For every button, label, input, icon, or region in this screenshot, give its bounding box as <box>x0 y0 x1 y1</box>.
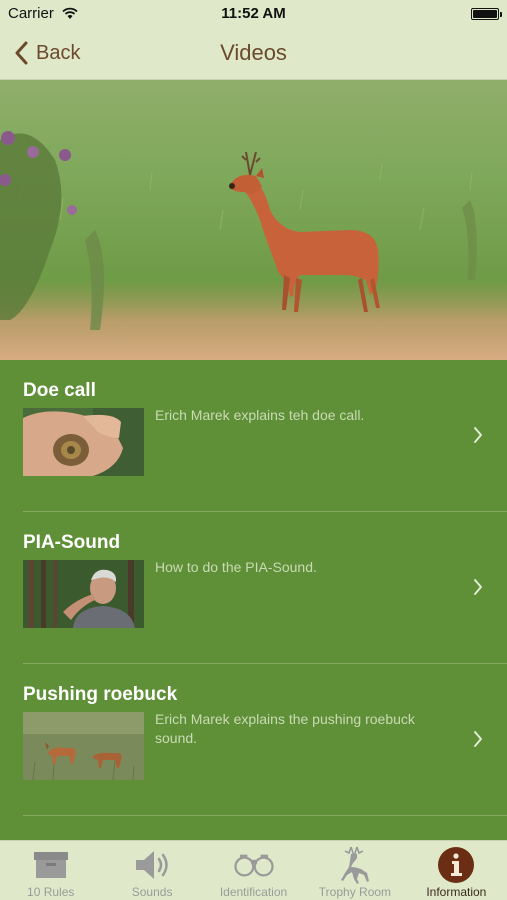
tab-label: 10 Rules <box>27 885 75 899</box>
tab-trophy-room[interactable]: Trophy Room <box>304 841 405 900</box>
video-title: Doe call <box>23 380 96 401</box>
battery-icon <box>471 8 502 20</box>
chevron-right-icon <box>474 579 482 595</box>
speaker-icon <box>136 851 168 879</box>
binoculars-icon <box>233 854 274 877</box>
video-thumbnail <box>23 712 144 780</box>
video-title: Pushing roebuck <box>23 684 178 705</box>
video-thumbnail <box>23 408 144 476</box>
tab-10-rules[interactable]: 10 Rules <box>0 841 101 900</box>
video-title: PIA-Sound <box>23 532 121 553</box>
video-row-pia-sound[interactable]: PIA-Sound How to do the PIA-Sound. <box>0 512 507 664</box>
tab-label: Information <box>426 885 487 899</box>
video-thumbnail <box>23 560 144 628</box>
chevron-right-icon <box>474 731 482 747</box>
video-row-doe-call[interactable]: Doe call Erich Marek explains teh doe ca… <box>0 360 507 512</box>
video-description: Erich Marek explains teh doe call. <box>155 407 365 423</box>
row-divider <box>23 815 507 816</box>
deer-icon <box>340 846 369 884</box>
tab-identification[interactable]: Identification <box>203 841 304 900</box>
tab-label: Sounds <box>131 885 173 899</box>
video-description: Erich Marek explains the pushing roebuck… <box>155 711 415 746</box>
tab-information[interactable]: Information <box>406 841 507 900</box>
tab-label: Identification <box>219 885 288 899</box>
status-bar: Carrier 11:52 AM <box>0 0 507 28</box>
tab-label: Trophy Room <box>318 885 392 899</box>
box-icon <box>33 852 68 878</box>
hero-image <box>0 80 507 360</box>
clock: 11:52 AM <box>221 5 286 22</box>
video-description: How to do the PIA-Sound. <box>155 559 317 575</box>
navigation-bar: Back Videos <box>0 28 507 80</box>
video-list: Doe call Erich Marek explains teh doe ca… <box>0 360 507 840</box>
video-row-pushing-roebuck[interactable]: Pushing roebuck Erich Marek explains the… <box>0 664 507 816</box>
chevron-right-icon <box>474 427 482 443</box>
tab-sounds[interactable]: Sounds <box>101 841 202 900</box>
info-icon <box>438 847 475 883</box>
page-title: Videos <box>220 40 287 65</box>
tab-bar: 10 Rules Sounds Identification Trophy Ro… <box>0 840 507 900</box>
